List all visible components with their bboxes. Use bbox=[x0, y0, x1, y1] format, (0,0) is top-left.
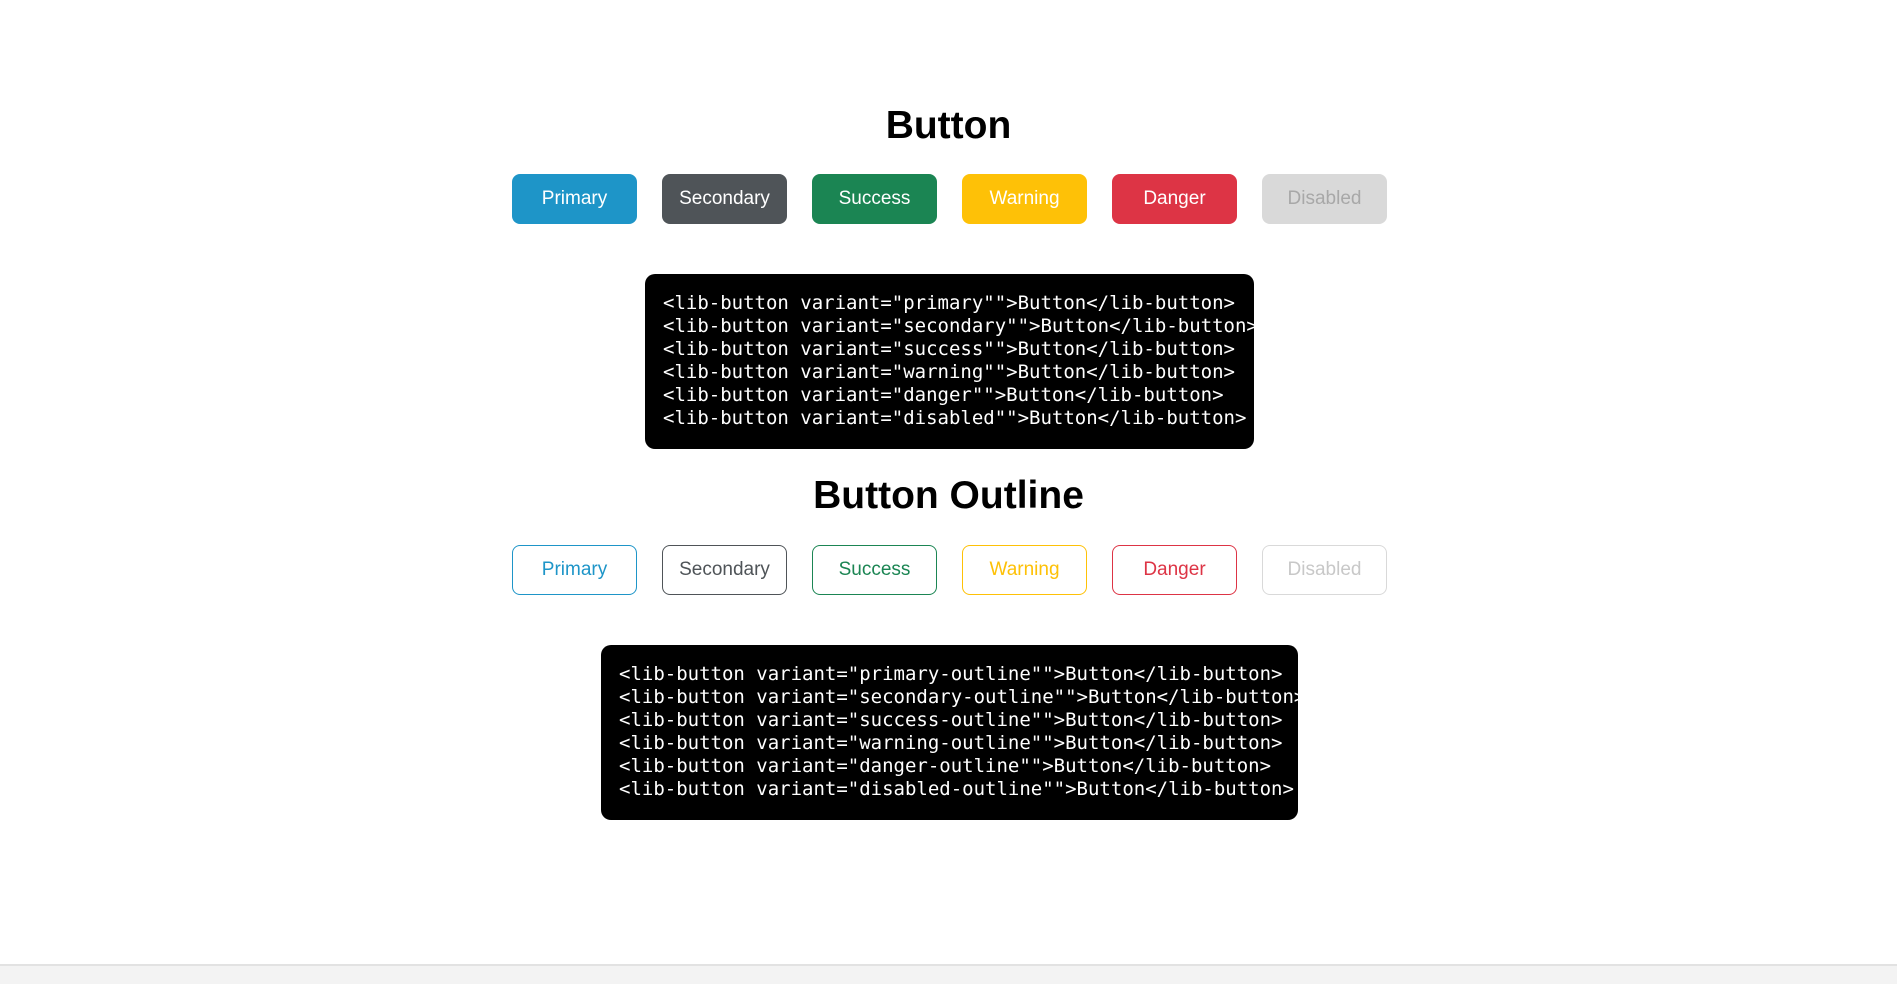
button-row: Primary Secondary Success Warning Danger… bbox=[512, 174, 1387, 224]
page: Button Primary Secondary Success Warning… bbox=[0, 0, 1897, 984]
code-line: <lib-button variant="secondary"">Button<… bbox=[663, 315, 1258, 337]
code-line: <lib-button variant="secondary-outline""… bbox=[619, 686, 1306, 708]
button-outline-row: Primary Secondary Success Warning Danger… bbox=[512, 545, 1387, 595]
code-line: <lib-button variant="success"">Button</l… bbox=[663, 338, 1235, 360]
code-line: <lib-button variant="success-outline"">B… bbox=[619, 709, 1283, 731]
code-line: <lib-button variant="danger-outline"">Bu… bbox=[619, 755, 1272, 777]
bottom-scrollbar-track bbox=[0, 964, 1897, 984]
button-outline-section-title: Button Outline bbox=[813, 474, 1084, 517]
warning-button[interactable]: Warning bbox=[962, 174, 1087, 224]
warning-outline-button[interactable]: Warning bbox=[962, 545, 1087, 595]
button-outline-code-block: <lib-button variant="primary-outline"">B… bbox=[601, 645, 1306, 820]
disabled-outline-button: Disabled bbox=[1262, 545, 1387, 595]
disabled-button: Disabled bbox=[1262, 174, 1387, 224]
success-outline-button[interactable]: Success bbox=[812, 545, 937, 595]
secondary-outline-button[interactable]: Secondary bbox=[662, 545, 787, 595]
primary-button[interactable]: Primary bbox=[512, 174, 637, 224]
code-line: <lib-button variant="warning-outline"">B… bbox=[619, 732, 1283, 754]
danger-outline-button[interactable]: Danger bbox=[1112, 545, 1237, 595]
code-line: <lib-button variant="warning"">Button</l… bbox=[663, 361, 1235, 383]
code-line: <lib-button variant="danger"">Button</li… bbox=[663, 384, 1224, 406]
danger-button[interactable]: Danger bbox=[1112, 174, 1237, 224]
code-line: <lib-button variant="primary-outline"">B… bbox=[619, 663, 1283, 685]
button-code-block: <lib-button variant="primary"">Button</l… bbox=[645, 274, 1258, 449]
code-line: <lib-button variant="disabled"">Button</… bbox=[663, 407, 1247, 429]
secondary-button[interactable]: Secondary bbox=[662, 174, 787, 224]
primary-outline-button[interactable]: Primary bbox=[512, 545, 637, 595]
code-line: <lib-button variant="disabled-outline"">… bbox=[619, 778, 1294, 800]
button-section-title: Button bbox=[885, 104, 1012, 147]
success-button[interactable]: Success bbox=[812, 174, 937, 224]
code-line: <lib-button variant="primary"">Button</l… bbox=[663, 292, 1235, 314]
